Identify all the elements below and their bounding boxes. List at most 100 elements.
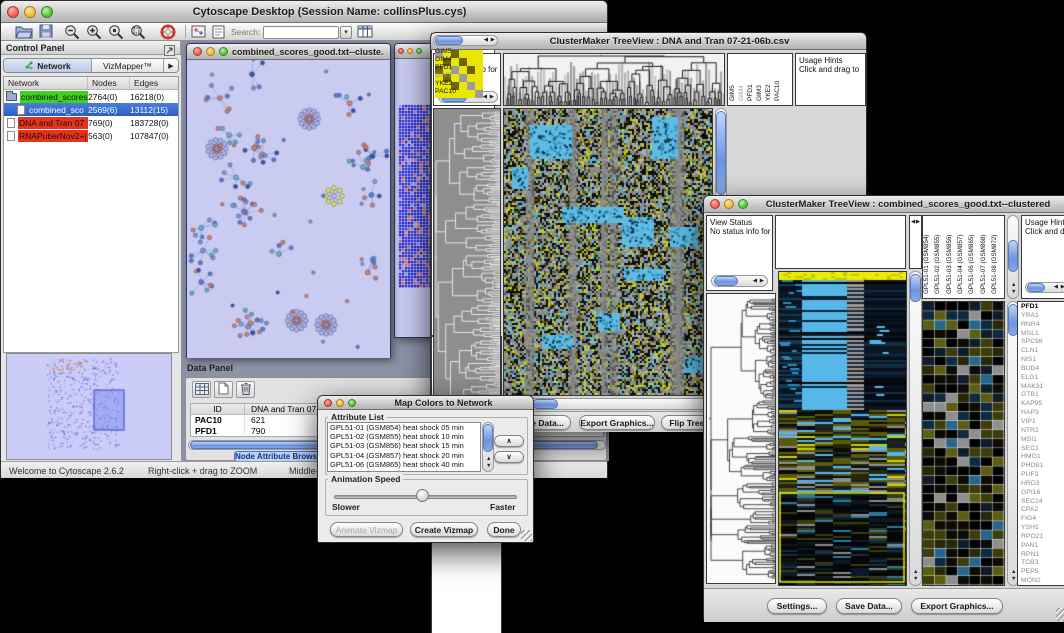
gene-label[interactable]: MSI1 (1021, 436, 1043, 445)
gene-label[interactable]: GIM3 (435, 72, 456, 80)
gene-label[interactable]: RPO21 (1021, 533, 1043, 542)
attribute-item[interactable]: GPL51-03 (GSM856) heat shock 15 min (328, 441, 480, 450)
zoom-window-icon[interactable] (41, 6, 53, 18)
gene-label[interactable]: NIS1 (1021, 356, 1043, 365)
scroll-up-arrow-icon[interactable]: ▲ (1011, 283, 1016, 289)
zoom-window-icon[interactable] (219, 47, 228, 56)
gene-label[interactable]: SEC1 (1021, 445, 1043, 454)
gene-label[interactable]: KAP95 (1021, 400, 1043, 409)
move-down-button[interactable]: ∨ (494, 451, 524, 463)
column-network[interactable]: Network (4, 77, 88, 89)
heatmap-canvas[interactable] (779, 272, 906, 585)
tab-overflow-icon[interactable]: ▶ (164, 59, 178, 72)
zoom-window-icon[interactable] (738, 199, 748, 209)
search-input[interactable] (263, 26, 339, 39)
gene-label[interactable]: GIM5 (435, 48, 456, 56)
new-attribute-icon[interactable] (214, 381, 233, 398)
scroll-left-arrow-icon[interactable]: ◀ (911, 220, 915, 226)
help-lifering-icon[interactable] (160, 24, 178, 40)
attribute-table-icon[interactable] (357, 24, 375, 40)
row-dendrogram-canvas[interactable] (434, 109, 500, 410)
close-icon[interactable] (193, 47, 202, 56)
birdseye-view[interactable] (6, 353, 172, 460)
tab-network[interactable]: Network (4, 59, 92, 72)
minimize-icon[interactable] (407, 48, 413, 54)
zoom-out-icon[interactable] (64, 24, 82, 40)
attribute-list-vscrollbar[interactable]: ▲ ▼ (482, 422, 494, 472)
node-attribute-browser-tab[interactable]: Node Attribute Browser (234, 451, 324, 461)
gene-label[interactable]: TCB3 (1021, 559, 1043, 568)
column-nodes[interactable]: Nodes (88, 77, 130, 89)
scroll-right-arrow-icon[interactable]: ▶ (916, 220, 920, 226)
hscrollbar[interactable]: ◀ ▶ (1025, 282, 1064, 293)
gene-label[interactable]: SPC98 (1021, 338, 1043, 347)
labels-vscrollbar[interactable]: ▲ ▼ (1007, 215, 1019, 299)
search-dropdown-icon[interactable]: ▾ (340, 26, 352, 39)
scroll-left-arrow-icon[interactable]: ◀ (484, 38, 488, 44)
gene-label[interactable]: MAK31 (1021, 383, 1043, 392)
hscrollbar[interactable]: ◀ ▶ (711, 275, 768, 287)
gene-label[interactable]: HAP3 (1021, 409, 1043, 418)
close-icon[interactable] (710, 199, 720, 209)
scroll-left-arrow-icon[interactable]: ◀ (753, 279, 757, 285)
heatmap-panel[interactable] (503, 108, 713, 396)
export-graphics-button[interactable]: Export Graphics... (911, 598, 1003, 614)
gene-label[interactable]: VIP1 (1021, 418, 1043, 427)
scroll-down-arrow-icon[interactable]: ▼ (1011, 290, 1016, 296)
network-row[interactable]: combined_scores2764(0)16218(0) (4, 90, 178, 103)
dialog-titlebar[interactable]: Map Colors to Network (318, 396, 533, 410)
scroll-right-arrow-icon[interactable]: ▶ (490, 95, 494, 101)
gene-label[interactable]: MON2 (1021, 577, 1043, 586)
gene-label[interactable]: HMG1 (1021, 453, 1043, 462)
heatmap-vscrollbar[interactable]: ▲ ▼ (909, 271, 922, 586)
gene-label[interactable]: GIM4 (435, 56, 456, 64)
network-view-canvas[interactable] (187, 60, 390, 358)
attribute-list[interactable]: GPL51-01 (GSM854) heat shock 05 minGPL51… (327, 422, 481, 472)
heatmap-hscrollbar[interactable] (503, 398, 713, 410)
minimize-icon[interactable] (336, 399, 344, 407)
gene-label[interactable]: YKE2 (435, 80, 456, 88)
birdseye-canvas[interactable] (7, 354, 171, 459)
minimize-icon[interactable] (724, 199, 734, 209)
gene-label[interactable]: MSL1 (1021, 330, 1043, 339)
zoom-selected-icon[interactable] (108, 24, 126, 40)
scroll-left-arrow-icon[interactable]: ◀ (483, 95, 487, 101)
save-data-button[interactable]: Save Data... (836, 598, 902, 614)
create-vizmap-button[interactable]: Create Vizmap (410, 522, 478, 537)
close-icon[interactable] (398, 48, 404, 54)
open-file-icon[interactable] (15, 24, 33, 40)
gene-label[interactable]: SEC24 (1021, 498, 1043, 507)
tab-vizmapper[interactable]: VizMapper™ (92, 59, 164, 72)
gene-label[interactable]: CPA2 (1021, 506, 1043, 515)
main-titlebar[interactable]: Cytoscape Desktop (Session Name: collins… (1, 1, 607, 23)
gene-label[interactable]: PAC10 (435, 88, 456, 96)
heatmap-canvas[interactable] (504, 109, 712, 395)
scroll-up-arrow-icon[interactable]: ▲ (486, 457, 491, 463)
move-up-button[interactable]: ∧ (494, 435, 524, 447)
scroll-right-arrow-icon[interactable]: ▶ (760, 279, 764, 285)
resize-grip[interactable] (521, 530, 532, 541)
row-dendrogram-panel[interactable] (706, 293, 776, 584)
scroll-down-arrow-icon[interactable]: ▼ (913, 577, 918, 583)
treeview2-titlebar[interactable]: ClusterMaker TreeView : combined_scores_… (704, 196, 1064, 213)
attribute-item[interactable]: GPL51-07 (GSM868) heat shock 60 min (328, 469, 480, 472)
row-dendrogram-panel[interactable] (433, 108, 501, 411)
column-edges[interactable]: Edges (130, 77, 178, 89)
column-dendrogram-panel[interactable] (775, 215, 906, 269)
gene-label[interactable]: RNR4 (1021, 321, 1043, 330)
gene-label[interactable]: RPN1 (1021, 551, 1043, 560)
export-graphics-button[interactable]: Export Graphics... (579, 415, 655, 430)
scroll-right-arrow-icon[interactable]: ▶ (491, 38, 495, 44)
minimize-icon[interactable] (206, 47, 215, 56)
scroll-down-arrow-icon[interactable]: ▼ (486, 464, 491, 470)
gene-label[interactable]: PFD1 (1021, 303, 1043, 312)
minimize-icon[interactable] (24, 6, 36, 18)
zoom-window-icon[interactable] (348, 399, 356, 407)
close-icon[interactable] (324, 399, 332, 407)
save-icon[interactable] (39, 24, 57, 40)
gene-label[interactable]: BUD4 (1021, 365, 1043, 374)
attribute-select-icon[interactable] (192, 381, 211, 398)
gene-label[interactable]: PAN1 (1021, 542, 1043, 551)
scroll-up-arrow-icon[interactable]: ▲ (913, 570, 918, 576)
gene-label[interactable]: CLN1 (1021, 347, 1043, 356)
